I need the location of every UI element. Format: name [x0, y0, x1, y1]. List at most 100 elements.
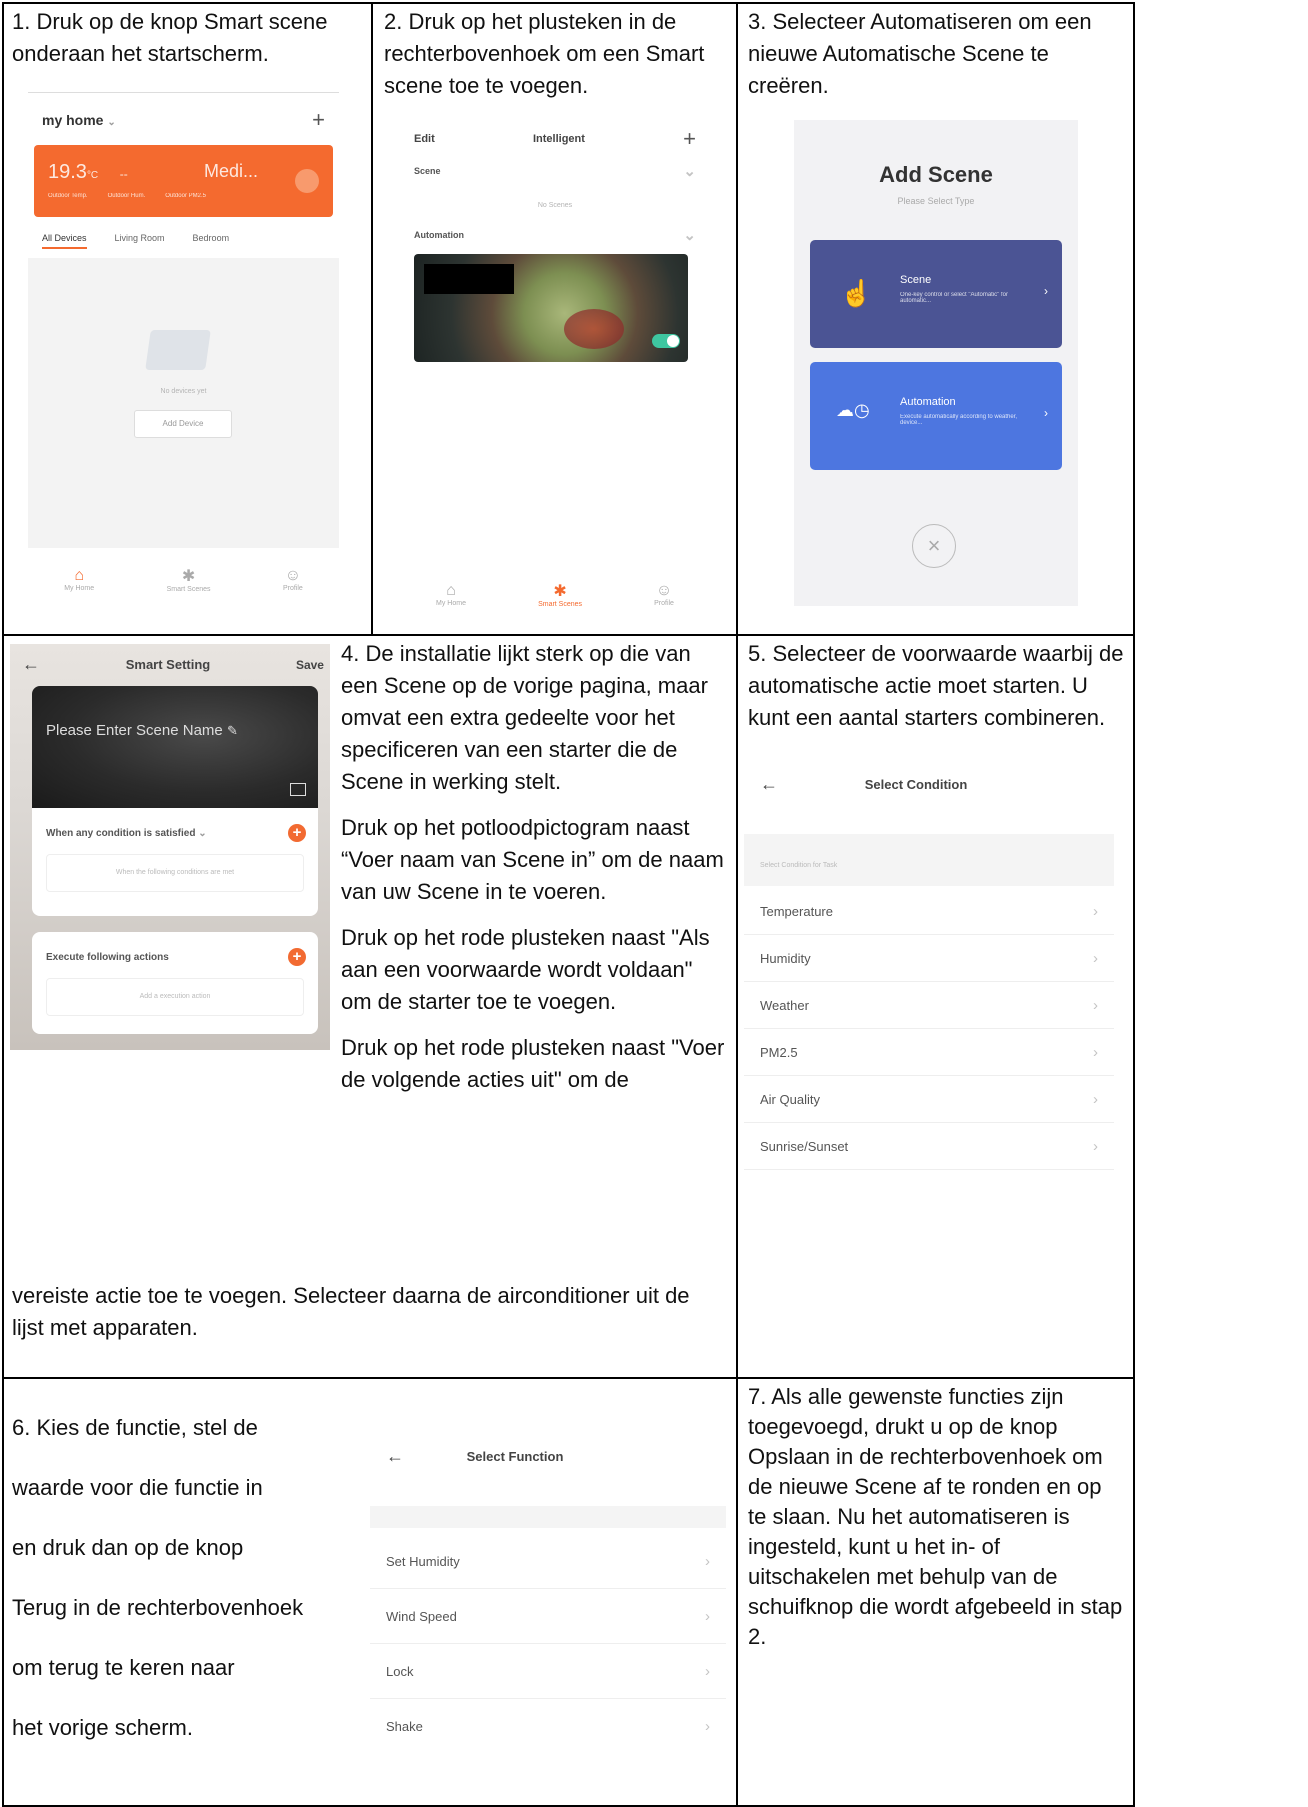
- nav-smart-scenes[interactable]: ✱ Smart Scenes: [538, 581, 582, 608]
- add-action-button[interactable]: +: [288, 948, 306, 966]
- add-condition-button[interactable]: +: [288, 824, 306, 842]
- action-placeholder: Add a execution action: [139, 993, 211, 1000]
- close-icon[interactable]: ×: [912, 524, 956, 568]
- pencil-icon[interactable]: ✎: [227, 723, 238, 738]
- condition-placeholder: When the following conditions are met: [115, 869, 235, 876]
- scene-name-placeholder: Please Enter Scene Name: [46, 722, 223, 739]
- back-arrow-icon[interactable]: ←: [760, 774, 778, 795]
- automation-card-image: [414, 254, 688, 362]
- tap-icon: ☝: [840, 278, 873, 308]
- condition-label: When any condition is satisfied: [46, 827, 196, 839]
- list-item[interactable]: Air Quality ›: [744, 1076, 1114, 1123]
- tab-bedroom[interactable]: Bedroom: [193, 233, 230, 249]
- list-item[interactable]: Weather ›: [744, 982, 1114, 1029]
- list-item[interactable]: PM2.5 ›: [744, 1029, 1114, 1076]
- tab-living-room[interactable]: Living Room: [115, 233, 165, 249]
- step6-line: het vorige scherm.: [12, 1715, 193, 1740]
- step2-instruction: 2. Druk op het plusteken in de rechterbo…: [384, 9, 705, 98]
- chevron-right-icon: ›: [1093, 949, 1098, 967]
- step4-continuation: vereiste actie toe te voegen. Selecteer …: [12, 1280, 722, 1344]
- action-placeholder-box[interactable]: Add a execution action: [46, 978, 304, 1016]
- list-item-label: Sunrise/Sunset: [760, 1138, 849, 1154]
- chevron-right-icon: ›: [1093, 902, 1098, 920]
- automation-label: Automation: [414, 230, 464, 240]
- section-label: Select Condition for Task: [760, 862, 838, 869]
- action-label: Execute following actions: [46, 951, 169, 963]
- add-scene-title: Add Scene: [879, 162, 993, 187]
- nav-label: Profile: [654, 599, 674, 607]
- chevron-right-icon: ›: [705, 1662, 710, 1680]
- list-item[interactable]: Set Humidity ›: [370, 1534, 726, 1589]
- page-title: Select Function: [466, 1449, 564, 1464]
- scene-icon: ✱: [181, 567, 196, 585]
- weather-label: Outdoor Temp.: [48, 193, 88, 199]
- chevron-right-icon: ›: [705, 1717, 710, 1735]
- list-item-label: Set Humidity: [386, 1553, 460, 1569]
- condition-placeholder-box[interactable]: When the following conditions are met: [46, 854, 304, 892]
- nav-smart-scenes[interactable]: ✱ Smart Scenes: [167, 566, 211, 593]
- section-header: [370, 1506, 726, 1528]
- step5-text: 5. Selecteer de voorwaarde waarbij de au…: [748, 638, 1128, 734]
- list-item[interactable]: Temperature ›: [744, 888, 1114, 935]
- step7-text: 7. Als alle gewenste functies zijn toege…: [748, 1382, 1124, 1652]
- smart-setting-header: ← Smart Setting Save: [22, 654, 324, 675]
- step7-instruction: 7. Als alle gewenste functies zijn toege…: [748, 1384, 1123, 1649]
- profile-icon: ☺: [284, 566, 302, 584]
- nav-label: My Home: [64, 584, 95, 592]
- room-tabs: All Devices Living Room Bedroom: [42, 233, 325, 249]
- image-icon[interactable]: [290, 783, 306, 796]
- chevron-right-icon: ›: [1093, 1137, 1098, 1155]
- chevron-right-icon: ›: [1093, 1043, 1098, 1061]
- no-scenes-text: No Scenes: [537, 202, 573, 209]
- scene-type-card[interactable]: ☝ Scene One-key control or select "Autom…: [810, 240, 1062, 348]
- list-item[interactable]: Shake ›: [370, 1699, 726, 1753]
- list-item-label: Shake: [386, 1718, 423, 1734]
- intelligent-header: Edit Intelligent +: [414, 126, 696, 152]
- empty-text: No devices yet: [160, 388, 207, 395]
- scene-icon: ✱: [553, 582, 567, 600]
- nav-profile[interactable]: ☺ Profile: [654, 582, 674, 607]
- scene-name-input[interactable]: Please Enter Scene Name ✎: [46, 722, 238, 739]
- add-icon[interactable]: +: [683, 126, 696, 152]
- condition-header[interactable]: When any condition is satisfied ⌄ +: [46, 824, 306, 842]
- add-device-button[interactable]: Add Device: [134, 410, 232, 438]
- scene-section[interactable]: Scene ⌄: [414, 162, 696, 180]
- chevron-down-icon: ⌄: [683, 163, 696, 180]
- nav-my-home[interactable]: ⌂ My Home: [64, 567, 94, 592]
- back-arrow-icon[interactable]: ←: [22, 654, 40, 675]
- step4-paragraph: 4. De installatie lijkt sterk op die van…: [341, 641, 708, 794]
- nav-my-home[interactable]: ⌂ My Home: [436, 582, 466, 607]
- step6-line: om terug te keren naar: [12, 1655, 235, 1680]
- step5-instruction: 5. Selecteer de voorwaarde waarbij de au…: [748, 641, 1124, 730]
- back-arrow-icon[interactable]: ←: [386, 1446, 404, 1467]
- chevron-down-icon: ⌄: [683, 227, 696, 244]
- add-icon[interactable]: +: [312, 107, 325, 133]
- tab-all-devices[interactable]: All Devices: [42, 233, 87, 249]
- weather-label: Outdoor PM2.5: [165, 193, 206, 199]
- step3-instruction: 3. Selecteer Automatiseren om een nieuwe…: [748, 9, 1092, 98]
- list-item[interactable]: Wind Speed ›: [370, 1589, 726, 1644]
- save-button[interactable]: Save: [296, 658, 324, 672]
- list-item[interactable]: Humidity ›: [744, 935, 1114, 982]
- scene-label: Scene: [414, 166, 441, 176]
- edit-button[interactable]: Edit: [414, 133, 435, 145]
- page-title: Smart Setting: [125, 657, 211, 672]
- step2-text: 2. Druk op het plusteken in de rechterbo…: [384, 6, 724, 102]
- page-title: Select Condition: [864, 777, 968, 792]
- automation-type-card[interactable]: ☁◷ Automation Execute automatically acco…: [810, 362, 1062, 470]
- weather-quality: Medi...: [204, 161, 259, 181]
- list-item[interactable]: Sunrise/Sunset ›: [744, 1123, 1114, 1170]
- weather-label: Outdoor Hum.: [107, 193, 146, 199]
- automation-toggle[interactable]: [652, 334, 680, 348]
- automation-section[interactable]: Automation ⌄: [414, 226, 696, 244]
- action-header[interactable]: Execute following actions +: [46, 948, 306, 966]
- empty-box-icon: [145, 330, 211, 370]
- chevron-right-icon: ›: [705, 1607, 710, 1625]
- home-title[interactable]: my home ⌄: [42, 112, 116, 128]
- scene-type-title: Scene: [900, 274, 932, 286]
- instruction-table: 1. Druk op de knop Smart scene onderaan …: [0, 0, 1308, 1807]
- nav-profile[interactable]: ☺ Profile: [283, 567, 303, 592]
- step4-continuation-text: vereiste actie toe te voegen. Selecteer …: [12, 1283, 690, 1340]
- step6-line: Terug in de rechterbovenhoek: [12, 1595, 304, 1620]
- list-item[interactable]: Lock ›: [370, 1644, 726, 1699]
